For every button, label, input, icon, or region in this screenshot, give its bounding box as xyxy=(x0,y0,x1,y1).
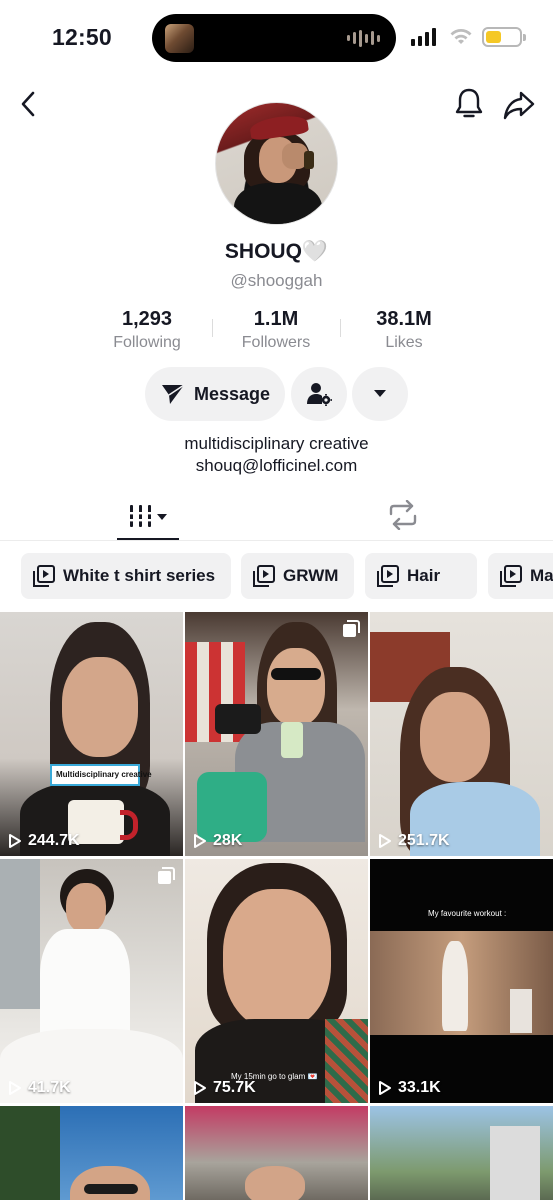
bell-icon xyxy=(455,88,483,118)
stat-value: 1,293 xyxy=(121,308,173,330)
more-options-button[interactable] xyxy=(352,367,408,421)
video-thumbnail[interactable]: Multidisciplinary creative 244.7K xyxy=(0,612,183,856)
video-thumbnail[interactable]: 41.7K xyxy=(0,859,183,1103)
cellular-signal-icon xyxy=(411,28,436,46)
play-icon xyxy=(379,1081,391,1095)
stat-value: 1.1M xyxy=(253,308,299,330)
profile-avatar[interactable] xyxy=(215,102,338,225)
video-caption: My favourite workout : xyxy=(428,909,507,918)
add-friend-button[interactable] xyxy=(291,367,347,421)
playlist-play-icon xyxy=(33,565,55,587)
notifications-button[interactable] xyxy=(452,86,486,122)
message-button-label: Message xyxy=(193,383,271,404)
playlist-play-icon xyxy=(377,565,399,587)
play-icon xyxy=(194,834,206,848)
tab-reposts[interactable] xyxy=(386,499,420,531)
view-count: 244.7K xyxy=(8,832,80,850)
send-icon xyxy=(161,384,185,404)
share-arrow-icon xyxy=(503,91,535,120)
playlist-label: White t shirt series xyxy=(63,566,216,585)
playlist-chip[interactable]: White t shirt series xyxy=(21,553,231,599)
status-time: 12:50 xyxy=(52,24,112,50)
caret-down-icon xyxy=(374,390,386,397)
profile-name: SHOUQ🤍 xyxy=(224,240,329,263)
profile-handle: @shooggah xyxy=(230,271,323,290)
dynamic-island[interactable] xyxy=(152,14,396,62)
play-icon xyxy=(379,834,391,848)
bio-email-link[interactable]: shouq@lofficinel.com xyxy=(0,455,553,477)
stat-value: 38.1M xyxy=(376,308,432,330)
stat-label: Likes xyxy=(385,334,423,351)
message-button[interactable]: Message xyxy=(145,367,285,421)
play-icon xyxy=(194,1081,206,1095)
stat-likes[interactable]: 38.1M Likes xyxy=(344,307,464,354)
view-count: 75.7K xyxy=(193,1079,256,1097)
playlist-row[interactable]: White t shirt series GRWM Hair Ma xyxy=(0,553,553,599)
wifi-icon xyxy=(450,29,472,44)
video-thumbnail[interactable] xyxy=(370,1106,553,1200)
video-thumbnail[interactable]: 28K xyxy=(185,612,368,856)
playlist-label: Hair xyxy=(407,566,441,585)
video-thumbnail[interactable]: My 15min go to glam 💌 75.7K xyxy=(185,859,368,1103)
repost-icon xyxy=(389,499,417,531)
back-button[interactable] xyxy=(12,88,44,120)
playlist-play-icon xyxy=(253,565,275,587)
playlist-play-icon xyxy=(500,565,522,587)
carousel-icon xyxy=(343,620,360,637)
chevron-left-icon xyxy=(21,91,35,117)
stat-followers[interactable]: 1.1M Followers xyxy=(216,307,336,354)
carousel-icon xyxy=(158,867,175,884)
person-gear-icon xyxy=(307,383,332,406)
battery-icon xyxy=(482,27,526,47)
video-thumbnail[interactable] xyxy=(0,1106,183,1200)
video-thumbnail[interactable]: My favourite workout : 33.1K xyxy=(370,859,553,1103)
playlist-chip[interactable]: Ma xyxy=(488,553,553,599)
audio-waveform-icon xyxy=(347,29,380,47)
playlist-label: Ma xyxy=(530,566,553,585)
tabs-divider xyxy=(0,540,553,541)
playlist-chip[interactable]: Hair xyxy=(365,553,477,599)
share-button[interactable] xyxy=(502,88,536,122)
video-caption: Multidisciplinary creative xyxy=(56,770,152,779)
profile-bio: multidisciplinary creative shouq@loffici… xyxy=(0,433,553,477)
view-count: 28K xyxy=(193,832,242,850)
video-thumbnail[interactable]: 251.7K xyxy=(370,612,553,856)
view-count: 33.1K xyxy=(378,1079,441,1097)
video-grid: Multidisciplinary creative 244.7K 28K 25… xyxy=(0,612,553,1200)
bio-line: multidisciplinary creative xyxy=(184,434,369,453)
play-icon xyxy=(9,1081,21,1095)
playlist-label: GRWM xyxy=(283,566,339,585)
stat-label: Following xyxy=(113,334,181,351)
view-count: 41.7K xyxy=(8,1079,71,1097)
view-count: 251.7K xyxy=(378,832,450,850)
stat-following[interactable]: 1,293 Following xyxy=(87,307,207,354)
stat-divider xyxy=(340,319,341,337)
playlist-chip[interactable]: GRWM xyxy=(241,553,354,599)
stat-label: Followers xyxy=(241,334,311,351)
status-bar: 12:50 xyxy=(0,0,553,76)
stat-divider xyxy=(212,319,213,337)
now-playing-artwork xyxy=(165,24,194,53)
video-thumbnail[interactable] xyxy=(185,1106,368,1200)
grid-bars-icon xyxy=(129,505,167,527)
profile-stats: 1,293 Following 1.1M Followers 38.1M Lik… xyxy=(0,307,553,357)
play-icon xyxy=(9,834,21,848)
tab-videos[interactable] xyxy=(117,500,179,540)
